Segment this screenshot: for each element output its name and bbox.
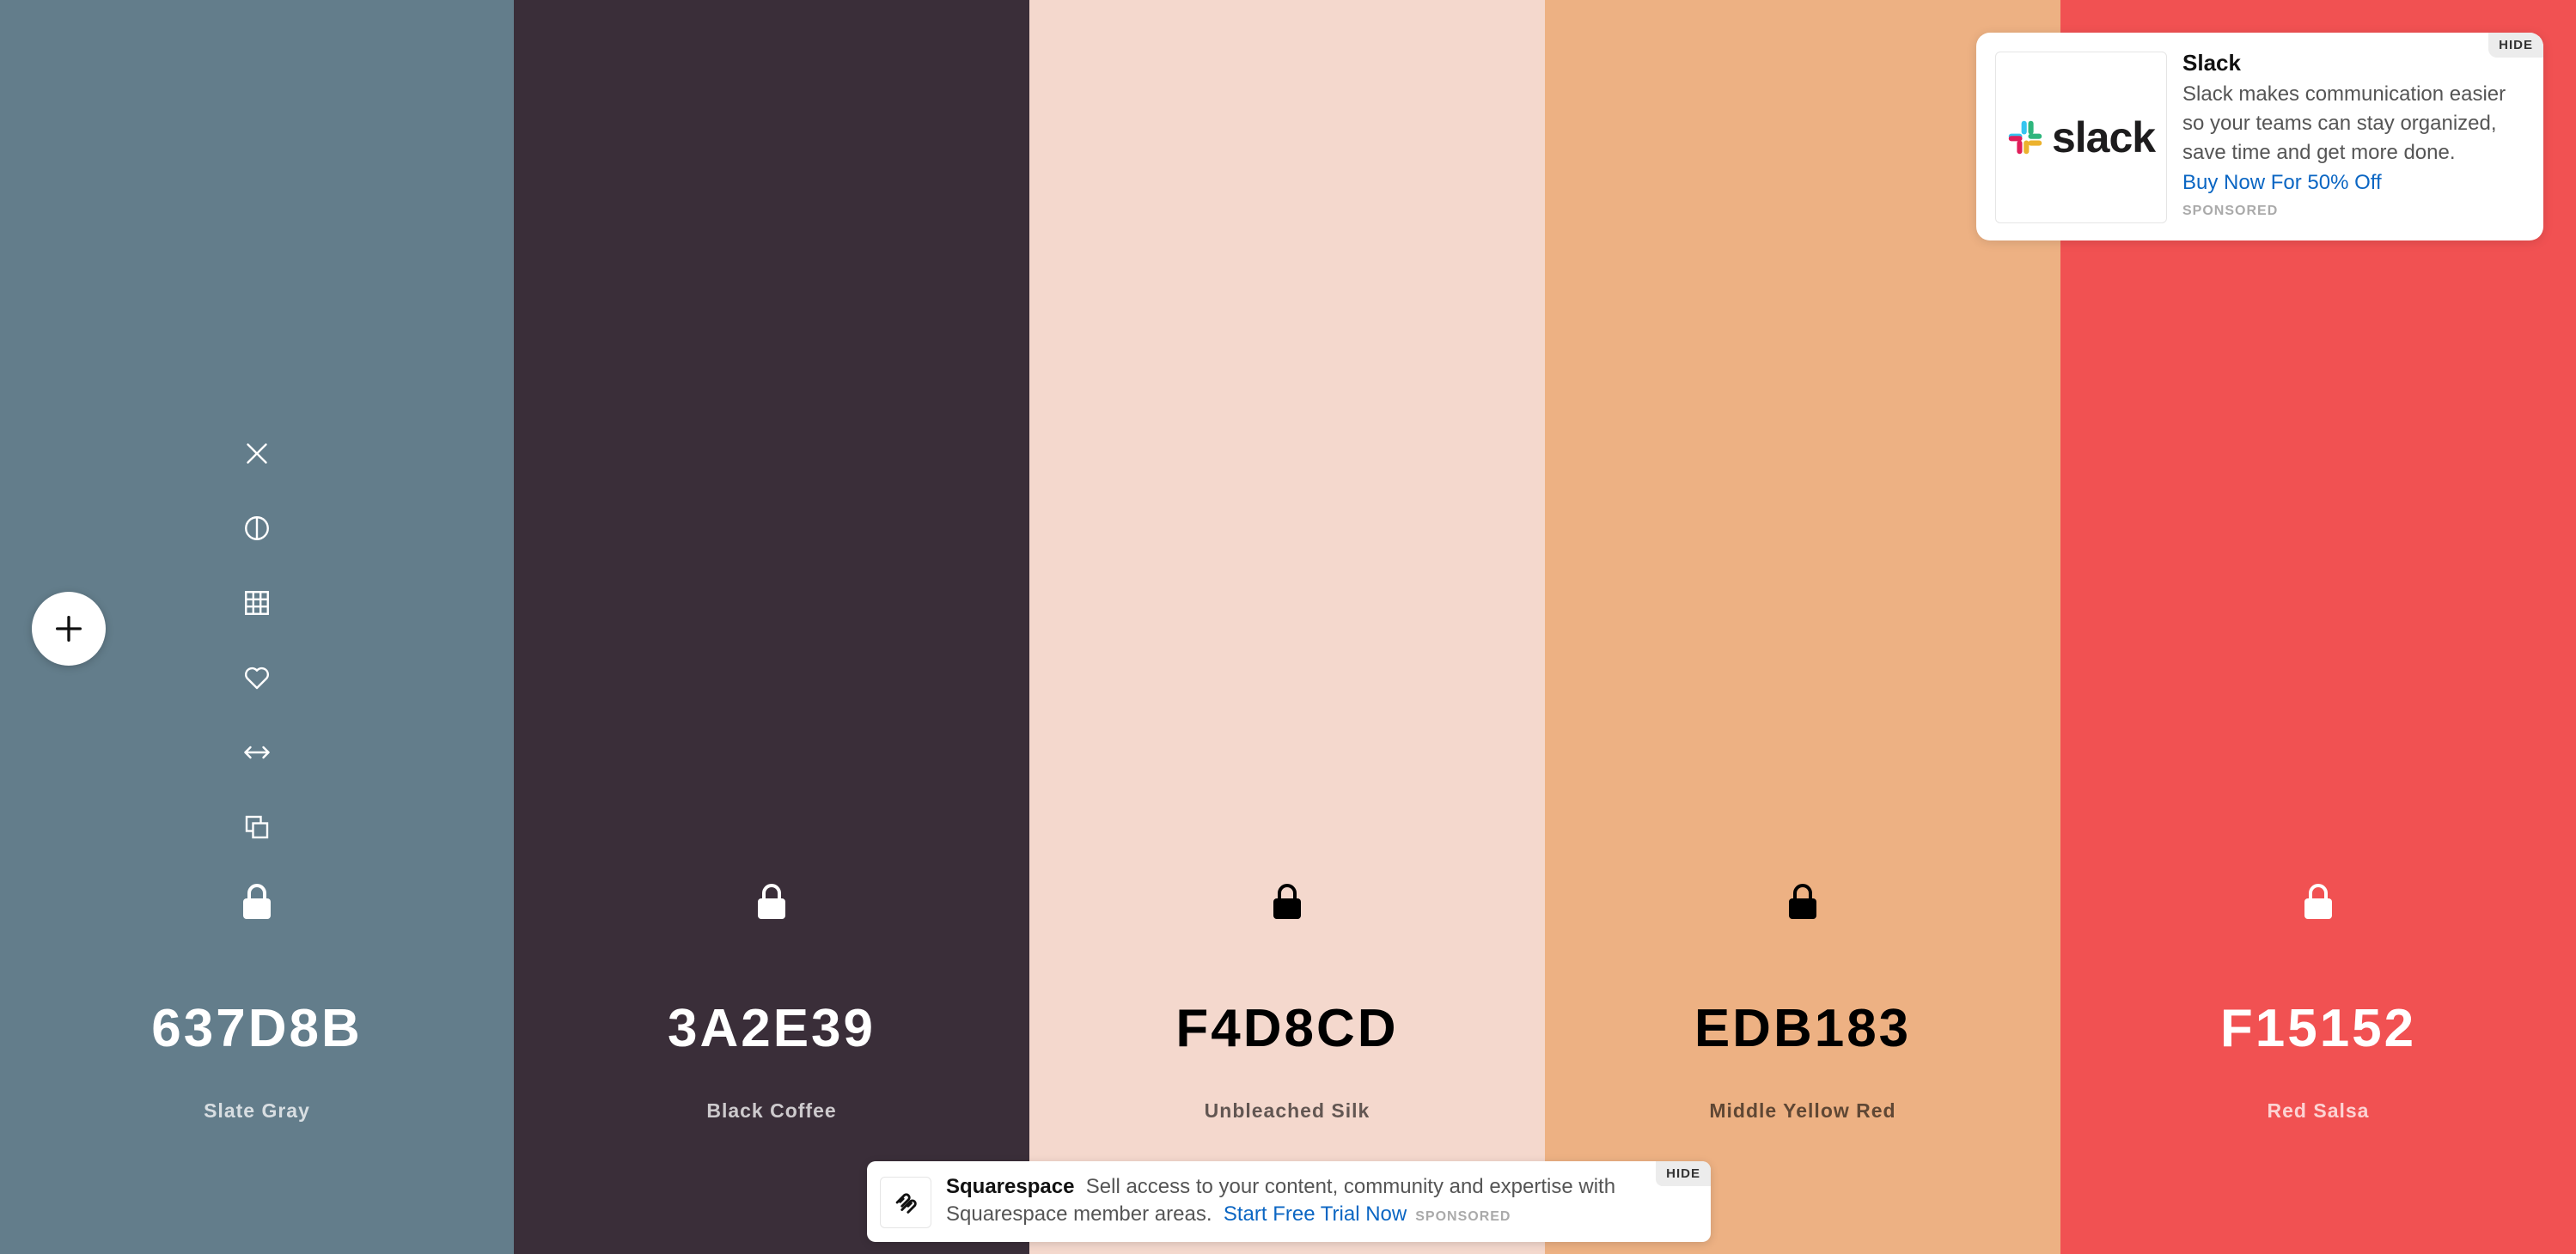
- shades-button[interactable]: [233, 504, 281, 552]
- drag-button[interactable]: [233, 728, 281, 776]
- add-color-button[interactable]: [32, 592, 106, 666]
- ad-bar-content: Squarespace Sell access to your content,…: [946, 1173, 1651, 1231]
- lock-icon: [1789, 884, 1816, 919]
- heart-icon: [245, 667, 269, 690]
- color-swatch-2[interactable]: 3A2E39 Black Coffee: [514, 0, 1029, 1254]
- ad-title[interactable]: Slack: [2182, 50, 2530, 76]
- hide-ad-button[interactable]: HIDE: [2488, 33, 2543, 58]
- color-name[interactable]: Red Salsa: [2060, 1099, 2576, 1123]
- lock-icon: [758, 884, 785, 919]
- hex-code[interactable]: EDB183: [1545, 998, 2060, 1059]
- hex-code[interactable]: F15152: [2060, 998, 2576, 1059]
- hex-code[interactable]: 3A2E39: [514, 998, 1029, 1059]
- view-shades-button[interactable]: [233, 579, 281, 627]
- color-name[interactable]: Slate Gray: [0, 1099, 514, 1123]
- lock-button[interactable]: [514, 883, 1029, 921]
- copy-hex-button[interactable]: [233, 803, 281, 851]
- ad-content: Slack Slack makes communication easier s…: [2182, 50, 2530, 219]
- lock-button[interactable]: [1545, 883, 2060, 921]
- slack-logo-text: slack: [2051, 113, 2156, 161]
- ad-bar-cta-link[interactable]: Start Free Trial Now: [1224, 1202, 1407, 1226]
- lock-icon: [1273, 884, 1301, 919]
- contrast-icon: [245, 516, 269, 540]
- slack-icon: [2008, 120, 2042, 155]
- color-name[interactable]: Middle Yellow Red: [1545, 1099, 2060, 1123]
- hex-code[interactable]: 637D8B: [0, 998, 514, 1059]
- remove-color-button[interactable]: [233, 429, 281, 478]
- sponsored-ad-card[interactable]: slack Slack Slack makes communication ea…: [1976, 33, 2543, 240]
- copy-icon: [245, 815, 269, 839]
- ad-cta-link[interactable]: Buy Now For 50% Off: [2182, 167, 2530, 198]
- sponsored-label: SPONSORED: [2182, 204, 2279, 218]
- lock-button[interactable]: [0, 883, 514, 921]
- save-color-button[interactable]: [233, 654, 281, 702]
- slack-logo[interactable]: slack: [1995, 52, 2167, 223]
- color-swatch-3[interactable]: F4D8CD Unbleached Silk: [1029, 0, 1545, 1254]
- ad-description[interactable]: Slack makes communication easier so your…: [2182, 80, 2530, 167]
- lock-button[interactable]: [2060, 883, 2576, 921]
- drag-arrows-icon: [244, 746, 270, 759]
- hide-ad-button[interactable]: HIDE: [1656, 1161, 1711, 1186]
- close-icon: [247, 443, 267, 464]
- lock-button[interactable]: [1029, 883, 1545, 921]
- sponsored-ad-bar[interactable]: Squarespace Sell access to your content,…: [867, 1161, 1711, 1242]
- squarespace-logo[interactable]: [880, 1177, 931, 1228]
- lock-icon: [243, 884, 271, 919]
- color-name[interactable]: Black Coffee: [514, 1099, 1029, 1123]
- squarespace-icon: [895, 1193, 917, 1214]
- plus-icon: [56, 616, 82, 642]
- lock-icon: [2304, 884, 2332, 919]
- color-name[interactable]: Unbleached Silk: [1029, 1099, 1545, 1123]
- grid-icon: [245, 591, 269, 615]
- hex-code[interactable]: F4D8CD: [1029, 998, 1545, 1059]
- ad-bar-brand[interactable]: Squarespace: [946, 1175, 1074, 1198]
- sponsored-label: SPONSORED: [1415, 1209, 1511, 1224]
